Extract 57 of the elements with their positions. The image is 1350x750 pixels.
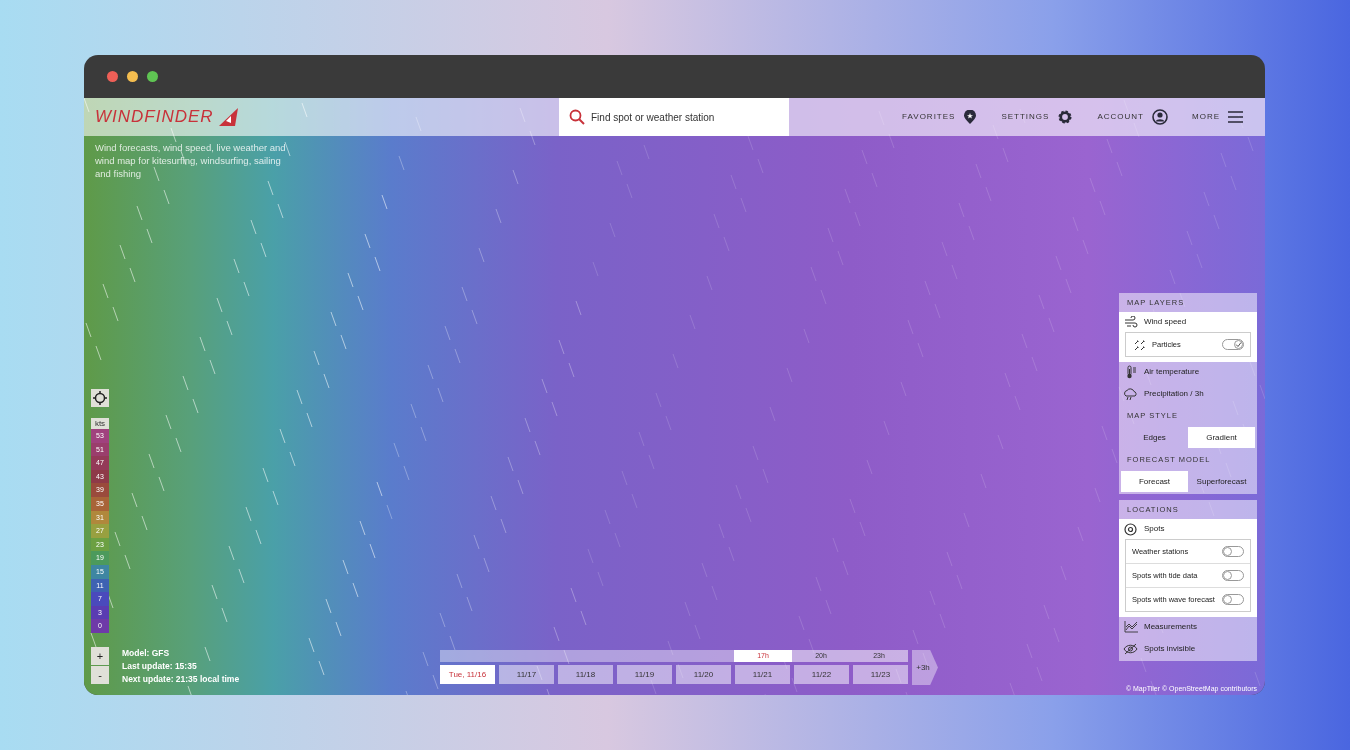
rain-cloud-icon	[1123, 387, 1138, 401]
option-label: Wind speed	[1144, 316, 1187, 328]
settings-link[interactable]: SETTINGS	[1001, 111, 1050, 123]
option-label: Measurements	[1144, 621, 1197, 633]
more-link[interactable]: MORE	[1192, 111, 1220, 123]
search-icon	[569, 109, 585, 125]
sail-logo-icon	[217, 107, 240, 127]
minimize-icon[interactable]	[127, 71, 138, 82]
segment-tab[interactable]: Edges	[1121, 427, 1188, 448]
crosshair-icon	[93, 391, 107, 405]
day-tab[interactable]: 11/21	[735, 665, 790, 684]
search-field[interactable]: Find spot or weather station	[559, 98, 789, 136]
toggle-switch[interactable]	[1222, 339, 1244, 350]
option-label: Spots	[1144, 523, 1165, 535]
locate-button[interactable]	[91, 389, 109, 407]
day-tab[interactable]: Tue, 11/16	[440, 665, 495, 684]
settings-icon[interactable]	[1057, 109, 1074, 125]
option-label: Precipitation / 3h	[1144, 388, 1204, 400]
menu-icon[interactable]	[1228, 111, 1243, 123]
day-tab[interactable]: 11/23	[853, 665, 908, 684]
option-label: Spots invisible	[1144, 643, 1196, 655]
layer-option[interactable]: Air temperature	[1119, 362, 1257, 384]
unit-label: kts	[91, 418, 109, 429]
account-icon[interactable]	[1152, 109, 1168, 125]
wind-icon	[1123, 316, 1138, 328]
segment-tab[interactable]: Gradient	[1188, 427, 1255, 448]
pin-icon[interactable]	[963, 109, 978, 125]
chart-icon	[1123, 621, 1138, 633]
layer-option[interactable]: Precipitation / 3h	[1119, 384, 1257, 406]
segment-tab[interactable]: Superforecast	[1188, 471, 1255, 492]
day-tab[interactable]: 11/17	[499, 665, 554, 684]
option-label: Air temperature	[1144, 366, 1200, 378]
account-link[interactable]: ACCOUNT	[1097, 111, 1144, 123]
zoom-in-button[interactable]: +	[91, 647, 109, 665]
segment-tab[interactable]: Forecast	[1121, 471, 1188, 492]
target-icon	[1123, 522, 1138, 536]
tagline-text: Wind forecasts, wind speed, live weather and wind map for kitesurfing, windsurfing, sailing and fishing	[95, 141, 287, 180]
toggle-switch[interactable]	[1222, 570, 1244, 581]
close-icon[interactable]	[107, 71, 118, 82]
favorites-link[interactable]: FAVORITES	[902, 111, 956, 123]
zoom-out-button[interactable]: -	[91, 666, 109, 684]
model-info-text: Next update: 21:35 local time	[122, 673, 240, 685]
check-icon	[1235, 341, 1242, 348]
layer-option[interactable]: Measurements	[1119, 617, 1257, 639]
layer-option[interactable]: Spots invisible	[1119, 639, 1257, 661]
day-tab[interactable]: 11/19	[617, 665, 672, 684]
maximize-icon[interactable]	[147, 71, 158, 82]
toggle-switch[interactable]	[1222, 546, 1244, 557]
next-hours-button[interactable]: +3h	[912, 650, 938, 685]
particles-icon	[1132, 338, 1147, 351]
model-info-text: Model: GFS	[122, 647, 171, 659]
day-tab[interactable]: 11/20	[676, 665, 731, 684]
day-tab[interactable]: 11/18	[558, 665, 613, 684]
model-info-text: Last update: 15:35	[122, 660, 198, 672]
day-tab[interactable]: 11/22	[794, 665, 849, 684]
toggle-switch[interactable]	[1222, 594, 1244, 605]
eye-crossed-icon	[1123, 643, 1138, 655]
